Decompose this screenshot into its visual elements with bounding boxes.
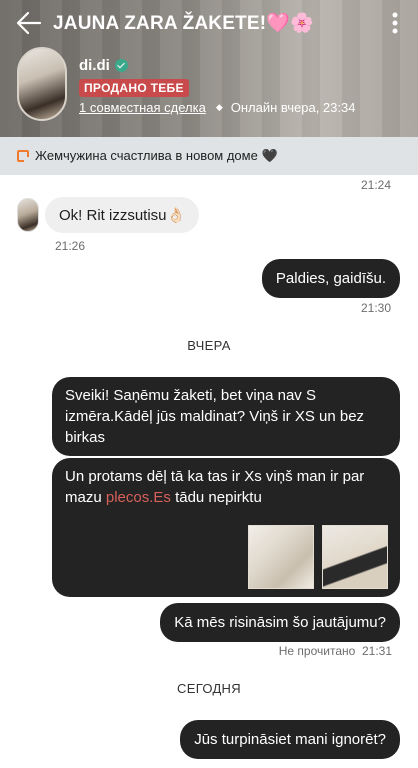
seller-username[interactable]: di.di — [79, 57, 110, 74]
outgoing-message: Jūs turpināsiet mani ignorēt? — [180, 720, 400, 759]
day-separator: СЕГОДНЯ — [177, 681, 241, 696]
seller-info-row: 1 совместная сделка ◆ Онлайн вчера, 23:3… — [79, 100, 355, 115]
incoming-message: Ok! Rit izzsutisu👌🏻 — [45, 197, 200, 233]
day-separator: ВЧЕРА — [187, 338, 231, 353]
outgoing-message: Paldies, gaidīšu. — [261, 259, 400, 298]
message-status: Не прочитано 21:31 — [279, 644, 392, 658]
package-icon — [17, 150, 30, 163]
status-notice-bar: Жемчужина счастлива в новом доме 🖤 — [0, 137, 418, 175]
online-status: Онлайн вчера, 23:34 — [230, 100, 356, 115]
attached-photo[interactable] — [248, 525, 314, 589]
seller-small-avatar — [17, 198, 39, 232]
header-top-bar: JAUNA ZARA ŽAKETE!🩷🌸 — [0, 0, 418, 44]
seller-name-row[interactable]: di.di — [79, 57, 128, 74]
joint-deals-link[interactable]: 1 совместная сделка — [79, 100, 206, 115]
message-link[interactable]: plecos.Es — [106, 489, 171, 506]
back-arrow-icon[interactable] — [16, 10, 42, 36]
attached-photo[interactable] — [322, 525, 388, 589]
notice-text: Жемчужина счастлива в новом доме 🖤 — [35, 148, 278, 163]
verified-icon — [114, 59, 128, 72]
more-options-icon[interactable] — [392, 12, 398, 34]
read-status: Не прочитано — [278, 644, 356, 658]
message-time: 21:24 — [360, 178, 391, 192]
message-text: tādu nepirktu — [170, 489, 262, 506]
outgoing-message: Sveiki! Saņēmu žaketi, bet viņa nav S iz… — [52, 377, 400, 456]
outgoing-message: Kā mēs risināsim šo jautājumu? — [160, 603, 400, 642]
chat-header: JAUNA ZARA ŽAKETE!🩷🌸 di.di ПРОДАНО ТЕБЕ … — [0, 0, 418, 137]
message-time: 21:26 — [55, 239, 86, 253]
sold-badge: ПРОДАНО ТЕБЕ — [79, 79, 189, 97]
diamond-separator-icon: ◆ — [215, 102, 223, 112]
listing-title[interactable]: JAUNA ZARA ŽAKETE!🩷🌸 — [53, 11, 314, 35]
message-time: 21:30 — [360, 301, 391, 315]
message-time: 21:31 — [361, 644, 392, 658]
seller-avatar[interactable] — [17, 47, 67, 121]
